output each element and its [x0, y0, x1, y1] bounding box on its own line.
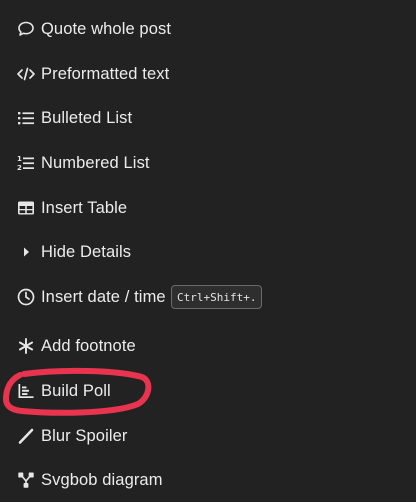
speech-bubble-icon [16, 19, 36, 39]
menu-item-label: Build Poll [41, 381, 111, 400]
menu-item-label: Svgbob diagram [41, 470, 163, 489]
keyboard-shortcut-badge: Ctrl+Shift+. [171, 285, 263, 309]
diagram-icon [16, 470, 36, 490]
chart-icon [16, 381, 36, 401]
menu-item-blur-spoiler[interactable]: Blur Spoiler [0, 414, 416, 458]
numbered-list-icon: 1 2 [16, 153, 36, 173]
menu-item-numbered-list[interactable]: 1 2 Numbered List [0, 141, 416, 185]
menu-item-label: Quote whole post [41, 19, 172, 38]
menu-item-label: Preformatted text [41, 64, 170, 83]
wand-icon [16, 426, 36, 446]
clock-icon [16, 287, 36, 307]
menu-item-bulleted-list[interactable]: Bulleted List [0, 96, 416, 140]
menu-item-add-footnote[interactable]: Add footnote [0, 324, 416, 368]
caret-right-icon [16, 242, 36, 262]
menu-item-svgbob-diagram[interactable]: Svgbob diagram [0, 458, 416, 502]
menu-item-label: Insert Table [41, 198, 128, 217]
svg-text:1: 1 [17, 155, 22, 163]
menu-item-preformatted-text[interactable]: Preformatted text [0, 52, 416, 96]
menu-item-insert-date-time[interactable]: Insert date / time Ctrl+Shift+. [0, 275, 416, 319]
code-icon [16, 64, 36, 84]
menu-item-label: Hide Details [41, 242, 132, 261]
menu-item-hide-details[interactable]: Hide Details [0, 230, 416, 274]
menu-item-insert-table[interactable]: Insert Table [0, 186, 416, 230]
bulleted-list-icon [16, 108, 36, 128]
menu-item-label: Numbered List [41, 153, 150, 172]
table-icon [16, 198, 36, 218]
menu-item-label: Insert date / time [41, 287, 166, 306]
menu-item-build-poll[interactable]: Build Poll [0, 369, 416, 413]
menu-item-quote-whole-post[interactable]: Quote whole post [0, 7, 416, 51]
svg-text:2: 2 [17, 164, 22, 172]
asterisk-icon [16, 336, 36, 356]
menu-item-label: Bulleted List [41, 108, 133, 127]
menu-item-label: Blur Spoiler [41, 426, 128, 445]
menu-item-label: Add footnote [41, 336, 136, 355]
